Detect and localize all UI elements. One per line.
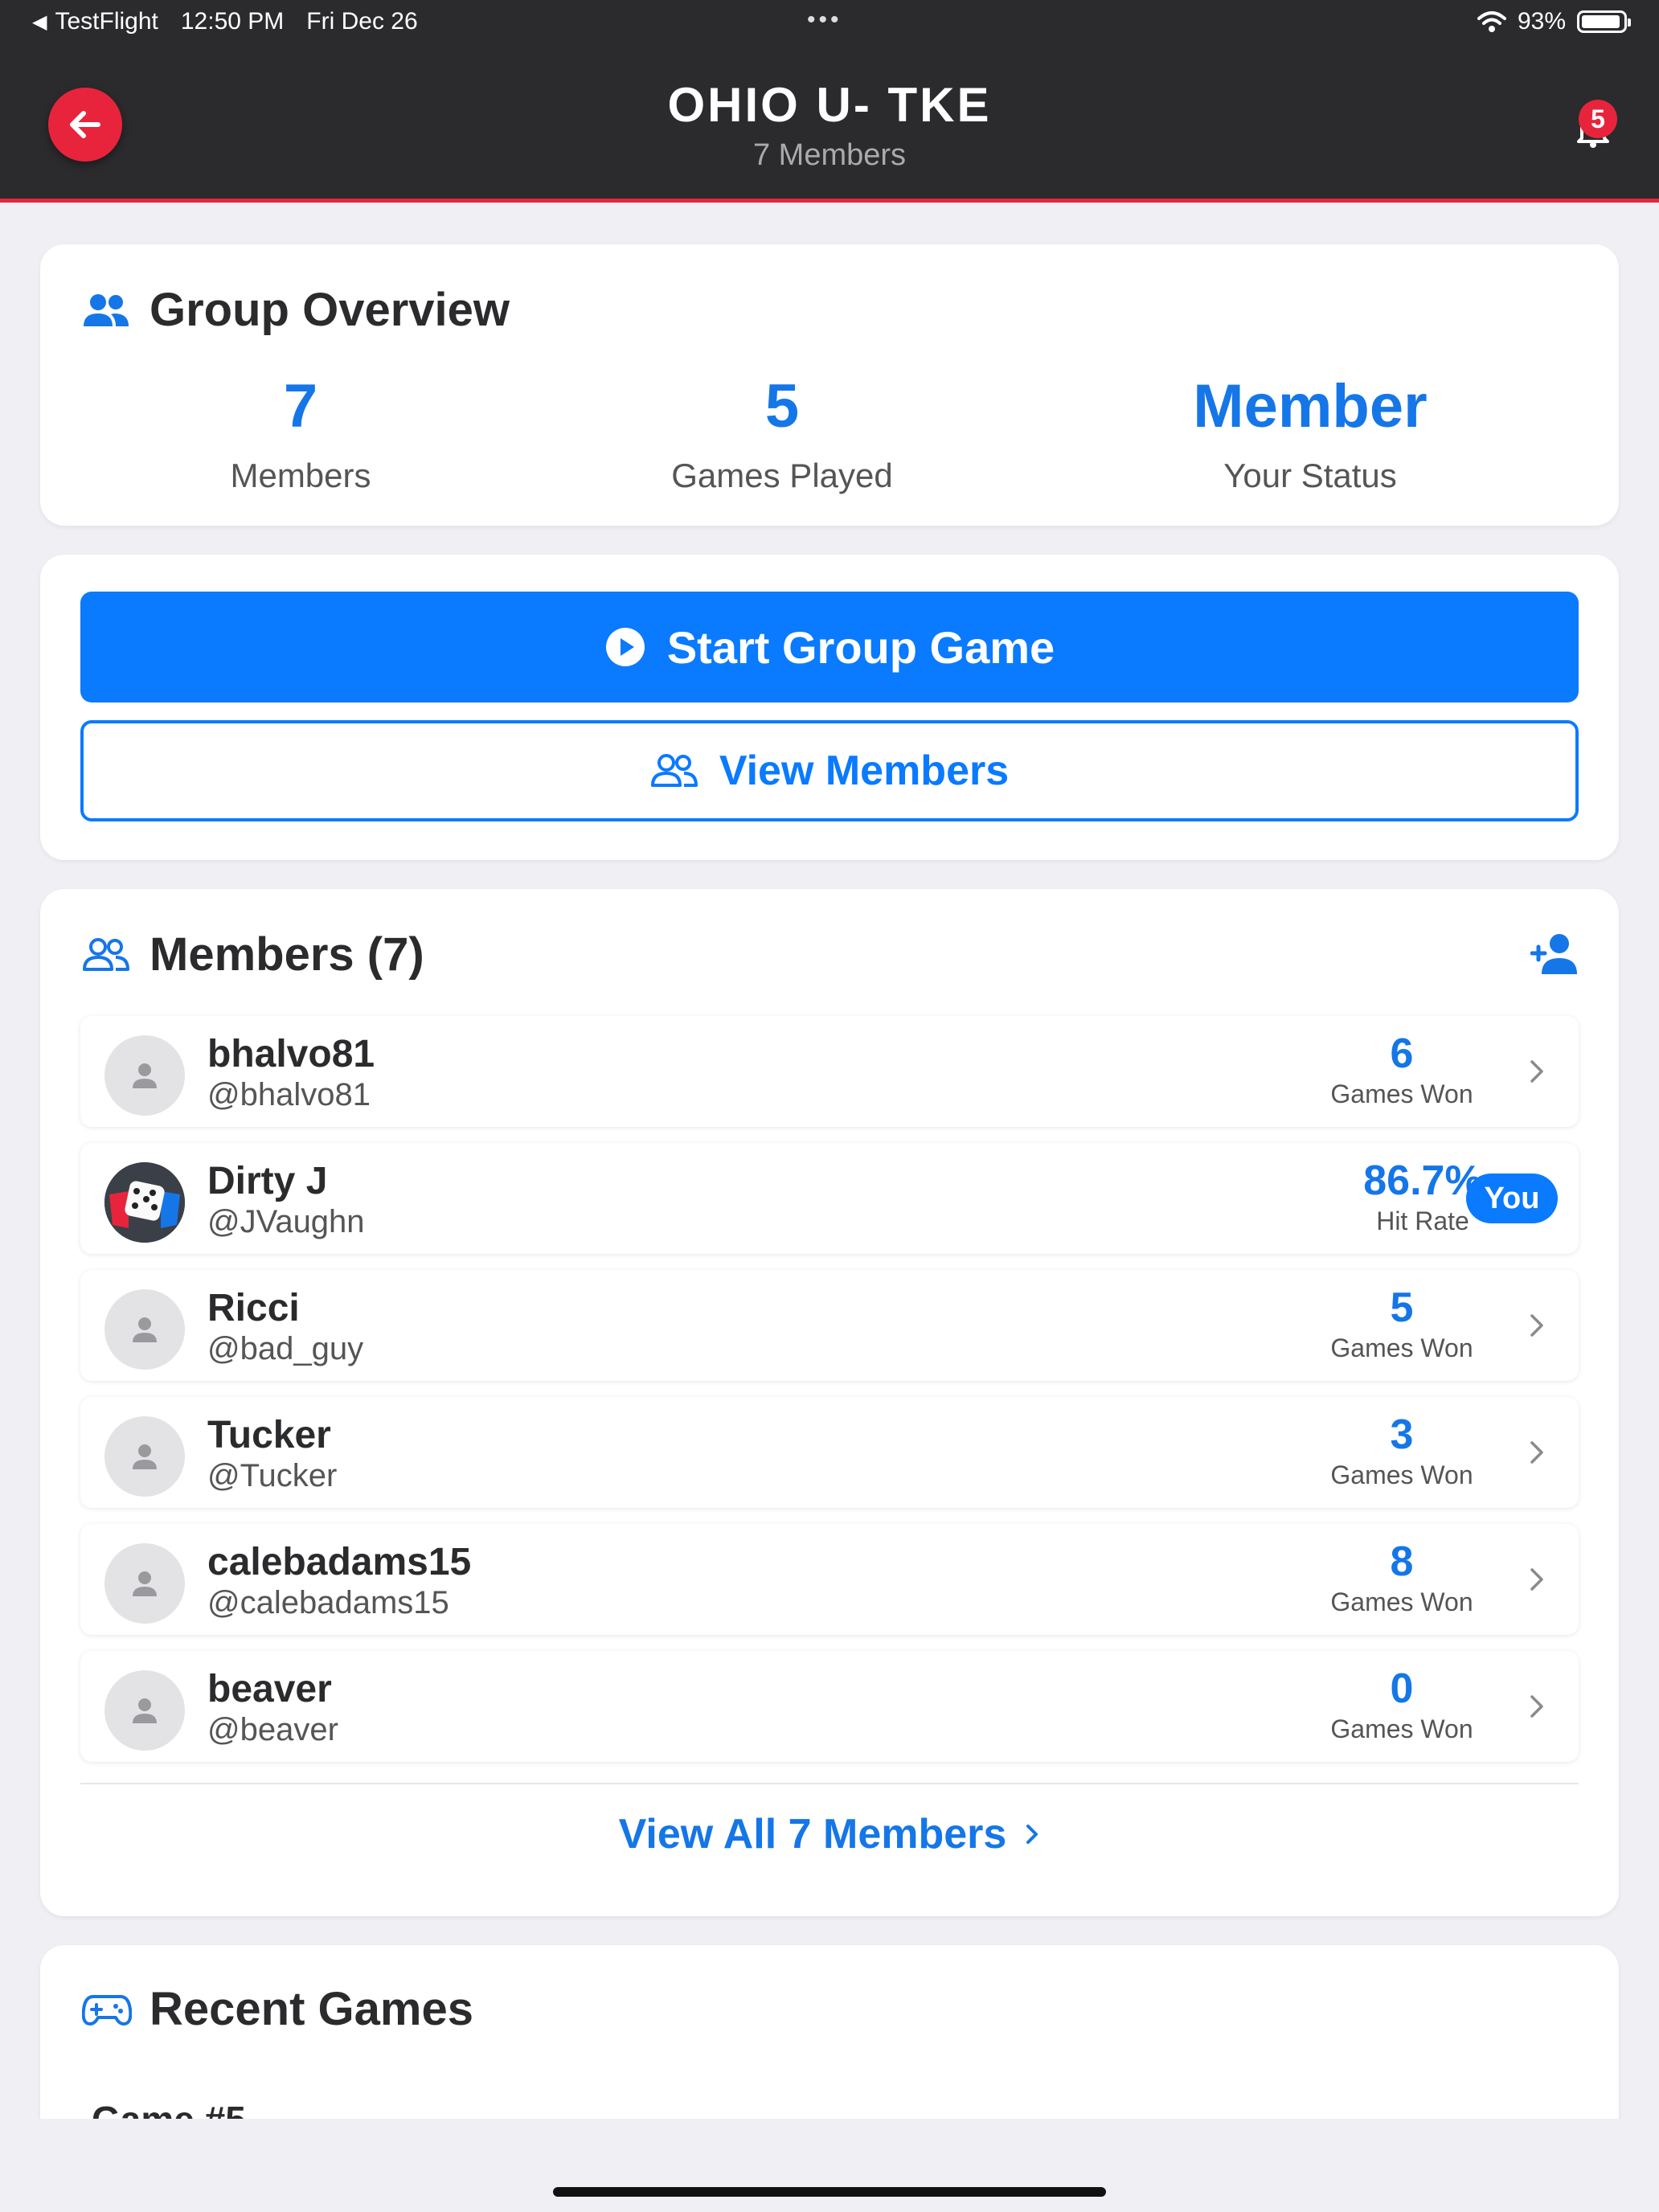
view-members-button[interactable]: View Members [80, 720, 1579, 821]
page-title: OHIO U- TKE [667, 78, 992, 132]
chevron-right-icon [1530, 1060, 1543, 1083]
back-to-app-icon[interactable]: ◀ [32, 10, 47, 34]
back-to-app-label[interactable]: TestFlight [55, 8, 158, 35]
member-stat: 6 Games Won [1297, 1032, 1506, 1109]
avatar [104, 1543, 185, 1624]
battery-percent: 93% [1517, 8, 1566, 35]
page-subtitle: 7 Members [752, 138, 907, 172]
people-outline-icon [83, 938, 129, 971]
bottom-safe-area [0, 2119, 1659, 2212]
multitasking-dots-icon[interactable]: ••• [807, 6, 842, 34]
member-row[interactable]: beaver @beaver 0 Games Won [80, 1651, 1579, 1762]
member-stat-value: 3 [1390, 1411, 1414, 1458]
chevron-right-icon [1530, 1695, 1543, 1718]
dice-avatar-icon [104, 1162, 185, 1243]
avatar [104, 1289, 185, 1370]
stat-value: 5 [764, 372, 800, 440]
overview-title: Group Overview [150, 284, 510, 336]
members-title: Members (7) [150, 928, 424, 981]
member-stat: 3 Games Won [1297, 1413, 1506, 1490]
person-placeholder-icon [133, 1317, 157, 1342]
member-name: calebadams15 [207, 1541, 472, 1583]
member-name: Tucker [207, 1414, 331, 1456]
member-row[interactable]: Ricci @bad_guy 5 Games Won [80, 1270, 1579, 1381]
member-name: beaver [207, 1668, 332, 1710]
member-row[interactable]: Tucker @Tucker 3 Games Won [80, 1397, 1579, 1508]
stat-value: Member [1193, 372, 1428, 440]
view-all-members-link[interactable]: View All 7 Members [40, 1810, 1619, 1858]
play-circle-icon [605, 628, 645, 666]
member-name: Dirty J [207, 1160, 328, 1202]
member-row-current-user[interactable]: Dirty J @JVaughn 86.7% Hit Rate You [80, 1143, 1579, 1254]
avatar [104, 1162, 185, 1243]
notification-badge[interactable]: 5 [1579, 100, 1617, 138]
members-card: Members (7) bhalvo81 @bhalvo81 6 Games W… [40, 889, 1619, 1916]
member-stat-label: Games Won [1330, 1079, 1473, 1108]
start-group-game-button[interactable]: Start Group Game [80, 592, 1579, 703]
member-handle: @Tucker [207, 1458, 338, 1493]
chevron-right-icon [1026, 1825, 1038, 1844]
person-placeholder-icon [133, 1571, 157, 1596]
stat-members: 7 Members [76, 376, 526, 495]
recent-games-title: Recent Games [150, 1983, 473, 2035]
stat-games-played: 5 Games Played [557, 376, 1007, 495]
divider [80, 1783, 1579, 1784]
stat-your-status: Member Your Status [1085, 376, 1535, 495]
member-stat-label: Games Won [1330, 1714, 1473, 1743]
member-stat-value: 5 [1390, 1284, 1414, 1331]
member-name: bhalvo81 [207, 1033, 375, 1075]
avatar [104, 1035, 185, 1116]
stat-label: Members [230, 457, 371, 494]
avatar [104, 1416, 185, 1497]
battery-icon [1577, 10, 1631, 33]
member-handle: @bad_guy [207, 1331, 364, 1366]
start-group-game-label: Start Group Game [666, 621, 1055, 673]
member-stat-value: 6 [1390, 1030, 1414, 1077]
chevron-right-icon [1530, 1568, 1543, 1591]
people-icon [84, 294, 129, 326]
status-bar: ◀ TestFlight 12:50 PM Fri Dec 26 ••• 93% [0, 0, 1659, 45]
chevron-right-icon [1530, 1314, 1543, 1337]
view-members-label: View Members [719, 748, 1010, 794]
stat-label: Your Status [1223, 457, 1397, 494]
you-badge: You [1466, 1174, 1558, 1223]
home-indicator[interactable] [553, 2187, 1106, 2197]
gamepad-icon [82, 1995, 132, 2026]
add-member-icon[interactable] [1530, 932, 1579, 976]
member-row[interactable]: calebadams15 @calebadams15 8 Games Won [80, 1524, 1579, 1635]
member-handle: @bhalvo81 [207, 1077, 371, 1112]
group-overview-card: Group Overview 7 Members 5 Games Played … [40, 244, 1619, 526]
person-placeholder-icon [133, 1444, 157, 1469]
member-name: Ricci [207, 1287, 300, 1329]
member-handle: @JVaughn [207, 1204, 365, 1239]
status-date: Fri Dec 26 [306, 8, 418, 35]
member-row[interactable]: bhalvo81 @bhalvo81 6 Games Won [80, 1016, 1579, 1127]
stat-label: Games Played [671, 457, 893, 494]
app-header: ◀ TestFlight 12:50 PM Fri Dec 26 ••• 93%… [0, 0, 1659, 203]
member-stat: 0 Games Won [1297, 1667, 1506, 1744]
person-placeholder-icon [133, 1698, 157, 1723]
member-stat-value: 0 [1390, 1665, 1414, 1712]
chevron-right-icon [1530, 1441, 1543, 1464]
member-stat-label: Games Won [1330, 1333, 1473, 1362]
stat-value: 7 [283, 372, 318, 440]
member-stat-label: Games Won [1330, 1587, 1473, 1616]
member-stat: 8 Games Won [1297, 1540, 1506, 1617]
view-all-members-label: View All 7 Members [618, 1811, 1007, 1858]
person-placeholder-icon [133, 1063, 157, 1088]
wifi-icon [1477, 11, 1506, 32]
member-handle: @beaver [207, 1712, 338, 1747]
people-outline-icon [650, 754, 698, 787]
status-time: 12:50 PM [180, 8, 285, 35]
avatar [104, 1670, 185, 1751]
member-stat-label: Games Won [1330, 1460, 1473, 1489]
member-handle: @calebadams15 [207, 1585, 449, 1620]
member-stat-value: 8 [1390, 1538, 1414, 1585]
member-stat: 5 Games Won [1297, 1286, 1506, 1363]
actions-card: Start Group Game View Members [40, 555, 1619, 860]
